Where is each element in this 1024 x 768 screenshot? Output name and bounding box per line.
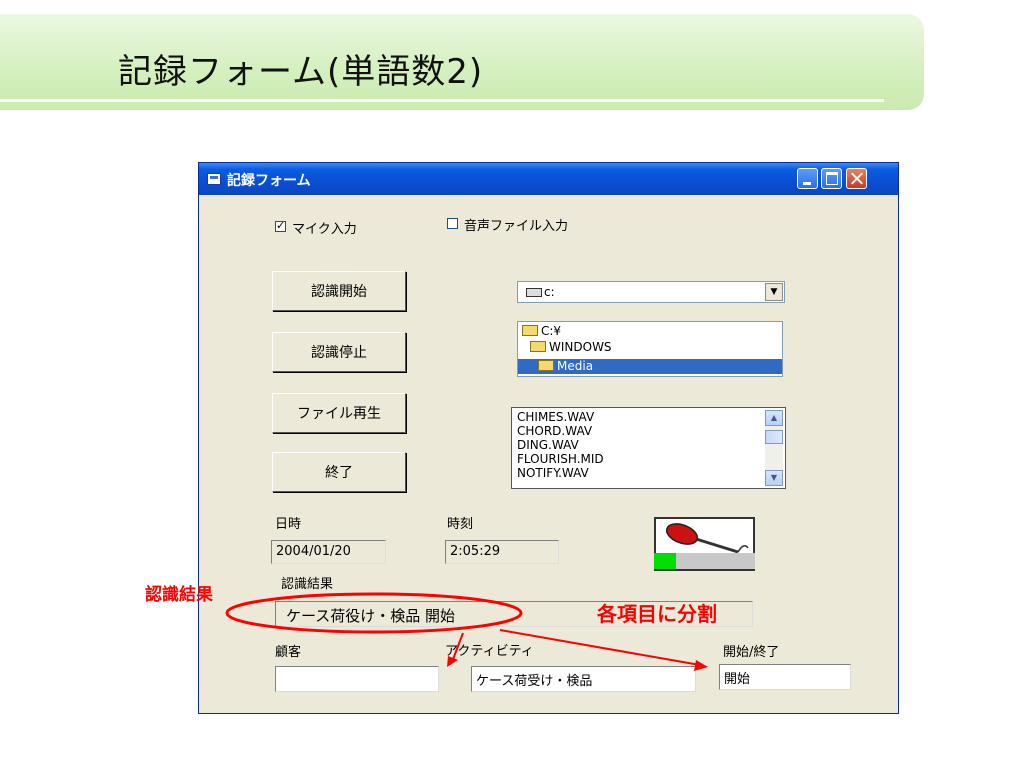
arrowhead-activity xyxy=(447,656,458,667)
annotation-overlay xyxy=(225,592,708,671)
arrow-to-activity xyxy=(451,632,464,663)
arrow-to-start-end xyxy=(499,629,701,666)
arrowhead-start-end xyxy=(694,660,708,671)
result-highlight-ellipse xyxy=(225,592,523,634)
